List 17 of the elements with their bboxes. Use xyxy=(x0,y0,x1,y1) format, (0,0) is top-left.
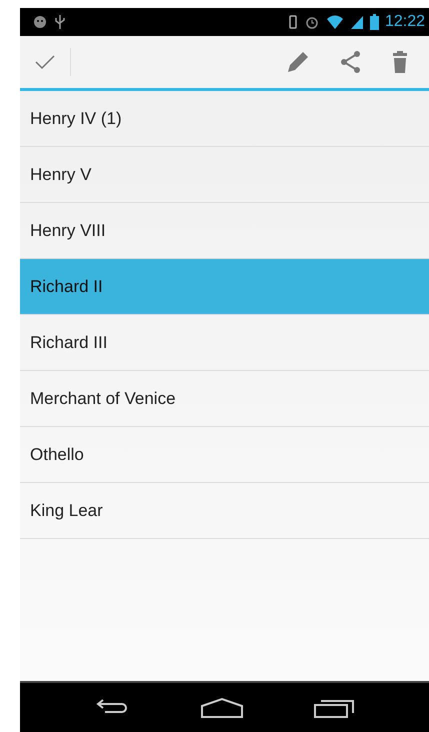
list-item[interactable]: King Lear xyxy=(20,483,429,539)
list-item[interactable]: Richard III xyxy=(20,315,429,371)
trash-icon xyxy=(391,50,409,74)
share-icon xyxy=(339,50,363,74)
battery-icon xyxy=(370,14,379,30)
status-time: 12:22 xyxy=(384,13,425,31)
pencil-icon xyxy=(285,49,311,75)
usb-icon xyxy=(54,14,66,30)
wifi-icon xyxy=(326,14,344,30)
home-icon xyxy=(200,696,244,718)
list-item[interactable]: Merchant of Venice xyxy=(20,371,429,427)
list-item[interactable]: Henry V xyxy=(20,147,429,203)
list-item[interactable]: Henry IV (1) xyxy=(20,91,429,147)
list-item[interactable]: Othello xyxy=(20,427,429,483)
checkmark-icon xyxy=(34,53,56,71)
list-item[interactable]: Richard II xyxy=(20,259,429,315)
signal-icon xyxy=(350,14,364,30)
